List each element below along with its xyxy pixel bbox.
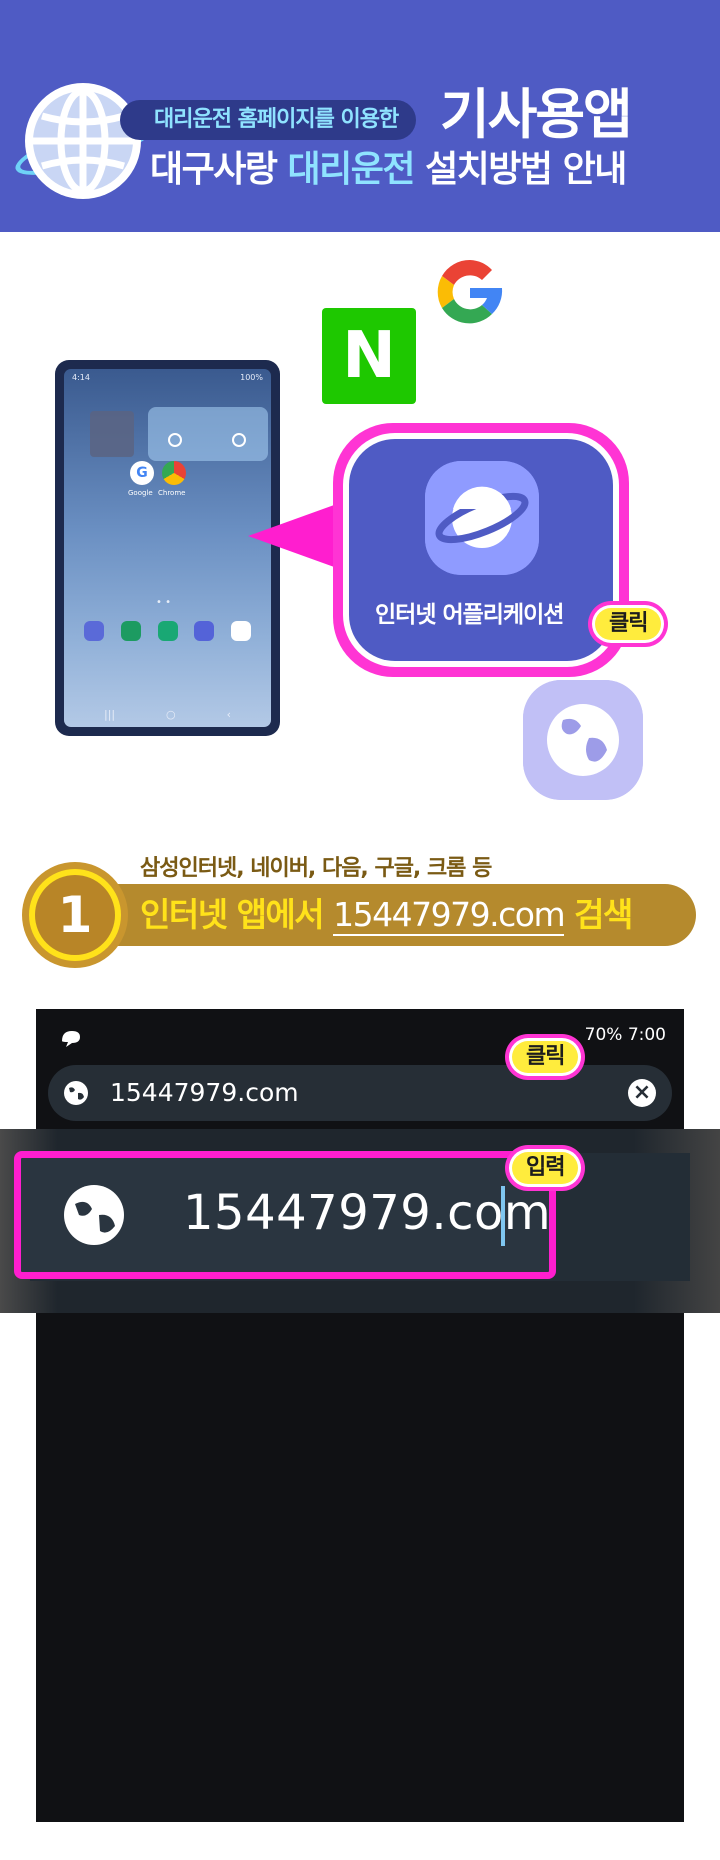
home-icon[interactable]: ○	[166, 708, 176, 721]
click-badge: 클릭	[505, 1034, 586, 1080]
step1-subtitle: 삼성인터넷, 네이버, 다음, 구글, 크롬 등	[140, 856, 492, 881]
tablet-nav-bar: ||| ○ ‹	[104, 708, 231, 721]
header-line2: 대구사랑 대리운전 설치방법 안내	[150, 148, 627, 192]
url-bar[interactable]: 15447979.com ×	[48, 1065, 672, 1121]
globe-icon	[64, 1185, 124, 1245]
chrome-app-icon[interactable]	[162, 461, 186, 485]
phone-app-icon[interactable]	[84, 621, 104, 641]
step1-prefix: 인터넷 앱에서	[140, 895, 325, 934]
google-app-icon[interactable]: G	[130, 461, 154, 485]
globe-icon	[25, 83, 141, 199]
play-store-icon[interactable]	[231, 621, 251, 641]
click-badge: 클릭	[588, 601, 669, 647]
text-cursor	[501, 1186, 505, 1246]
tablet-device: 4:14 100% G Google Chrome • • ||| ○ ‹	[55, 360, 280, 736]
zoomed-url-text: 15447979.com	[183, 1185, 552, 1241]
header-guide: 설치방법 안내	[425, 149, 627, 190]
naver-logo-icon: N	[322, 308, 416, 404]
tablet-status-bar: 4:14 100%	[72, 373, 263, 382]
zoomed-url-field[interactable]: 15447979.com	[14, 1151, 556, 1279]
header-service: 대리운전	[287, 149, 416, 190]
globe-icon	[64, 1081, 88, 1105]
internet-app-card[interactable]: 인터넷 어플리케이션	[349, 439, 613, 661]
messages-app-icon[interactable]	[120, 621, 141, 641]
header-title: 기사용앱	[440, 83, 633, 146]
step1-instruction: 인터넷 앱에서 15447979.com 검색	[140, 888, 633, 942]
smile-icon	[232, 433, 246, 447]
step1-number: 1	[35, 875, 115, 955]
step1-url: 15447979.com	[333, 895, 566, 936]
tablet-screen: 4:14 100% G Google Chrome • • ||| ○ ‹	[64, 369, 271, 727]
weather-widget	[148, 407, 268, 461]
google-g-icon	[437, 259, 503, 324]
smile-icon	[168, 433, 182, 447]
google-app-label: Google	[128, 489, 153, 497]
app-logo-icon	[62, 1031, 80, 1047]
clear-icon[interactable]: ×	[628, 1079, 656, 1107]
samsung-internet-icon	[425, 461, 539, 575]
step1-number-badge: 1	[22, 862, 128, 968]
globe-app-icon	[523, 680, 643, 800]
tablet-battery: 100%	[240, 373, 263, 382]
recents-icon[interactable]: |||	[104, 708, 115, 721]
camera-app-icon[interactable]	[157, 621, 178, 641]
header-subtitle: 대리운전 홈페이지를 이용한	[120, 100, 417, 140]
status-bar-info: 70% 7:00	[584, 1025, 666, 1045]
header-company: 대구사랑	[150, 149, 278, 190]
app-label: 인터넷 어플리케이션	[375, 602, 564, 628]
input-badge: 입력	[505, 1145, 586, 1191]
tablet-dock	[84, 621, 251, 641]
internet-app-callout: 인터넷 어플리케이션	[333, 423, 629, 677]
url-input[interactable]: 15447979.com	[110, 1065, 299, 1121]
header-banner: 대리운전 홈페이지를 이용한 기사용앱 대구사랑 대리운전 설치방법 안내	[0, 0, 720, 232]
chrome-app-label: Chrome	[158, 489, 186, 497]
back-icon[interactable]: ‹	[227, 708, 231, 721]
page-indicator: • •	[156, 597, 171, 608]
gallery-app-icon[interactable]	[194, 621, 215, 641]
step1-suffix: 검색	[574, 895, 633, 934]
calendar-widget	[90, 411, 134, 457]
tablet-time: 4:14	[72, 373, 90, 382]
